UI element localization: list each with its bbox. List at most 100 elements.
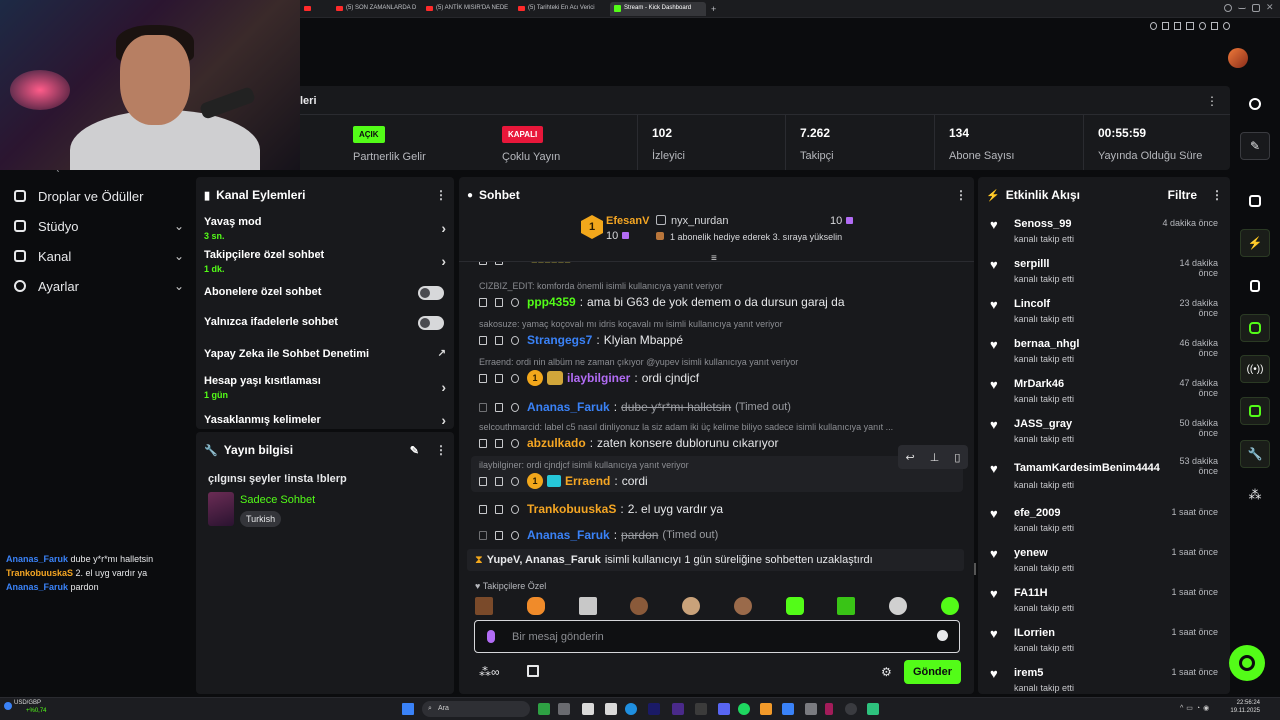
download-icon[interactable] bbox=[1210, 22, 1218, 30]
browser-tab[interactable] bbox=[300, 2, 328, 16]
more-icon[interactable]: ⋮ bbox=[955, 188, 967, 202]
emote[interactable] bbox=[630, 597, 649, 615]
ban-icon[interactable] bbox=[511, 373, 519, 383]
trash-icon[interactable] bbox=[479, 402, 487, 412]
chat-username[interactable]: Erraend bbox=[565, 474, 610, 488]
edit-icon[interactable]: ✎ bbox=[410, 444, 419, 457]
share-icon[interactable] bbox=[1186, 22, 1194, 30]
app-icon[interactable] bbox=[825, 703, 833, 715]
event-user[interactable]: MrDark46 bbox=[1014, 378, 1064, 390]
clock-time[interactable]: 22:56:24 bbox=[1236, 700, 1260, 706]
gear-icon[interactable]: ⚙ bbox=[881, 665, 892, 679]
app-icon[interactable] bbox=[805, 703, 817, 715]
sidebar-item-settings[interactable]: Ayarlar ⌄ bbox=[14, 276, 184, 296]
task-view-icon[interactable] bbox=[558, 703, 570, 715]
more-icon[interactable]: ⋮ bbox=[1211, 188, 1223, 202]
xbox-icon[interactable] bbox=[538, 703, 550, 715]
chat-username[interactable]: TrankobuuskaS bbox=[527, 502, 616, 516]
store-icon[interactable] bbox=[527, 665, 539, 677]
collapse-icon[interactable]: ≡ bbox=[711, 253, 717, 264]
timeout-icon[interactable] bbox=[495, 476, 503, 486]
spotify-icon[interactable] bbox=[738, 703, 750, 715]
trash-icon[interactable] bbox=[479, 297, 487, 307]
timeout-icon[interactable] bbox=[495, 297, 503, 307]
profile-icon[interactable] bbox=[1222, 22, 1230, 30]
scrollbar[interactable] bbox=[974, 563, 976, 575]
timeout-icon[interactable] bbox=[495, 373, 503, 383]
info-button[interactable] bbox=[1240, 90, 1270, 118]
bookmark-icon[interactable] bbox=[1162, 22, 1170, 30]
emote[interactable] bbox=[578, 597, 597, 615]
emotes-only-toggle[interactable] bbox=[418, 316, 444, 330]
taskbar-search[interactable]: ⌕ Ara bbox=[422, 701, 530, 717]
sidebar-item-drops[interactable]: Droplar ve Ödüller bbox=[14, 186, 184, 206]
event-user[interactable]: irem5 bbox=[1014, 667, 1043, 679]
timeout-icon[interactable] bbox=[495, 402, 503, 412]
emote[interactable] bbox=[475, 597, 493, 615]
app-icon[interactable] bbox=[782, 703, 794, 715]
more-icon[interactable]: ⋮ bbox=[1206, 94, 1218, 108]
premiere-icon[interactable] bbox=[672, 703, 684, 715]
emote[interactable] bbox=[889, 597, 908, 615]
emote[interactable] bbox=[940, 597, 959, 615]
close-icon[interactable]: ✕ bbox=[1266, 2, 1274, 12]
trash-icon[interactable] bbox=[479, 438, 487, 448]
ban-icon[interactable] bbox=[511, 504, 519, 514]
clock-date[interactable]: 19.11.2025 bbox=[1230, 708, 1260, 714]
extensions-button[interactable]: ⁂ bbox=[1240, 481, 1270, 509]
emote[interactable] bbox=[682, 597, 701, 615]
app-icon[interactable] bbox=[867, 703, 879, 715]
app-icon[interactable] bbox=[648, 703, 660, 715]
windows-start-icon[interactable] bbox=[402, 703, 414, 715]
browser-tab[interactable]: (5) ANTİK MISIR'DA NEDE bbox=[422, 2, 510, 16]
chat-button[interactable] bbox=[1240, 314, 1270, 342]
search-icon[interactable] bbox=[1224, 4, 1232, 12]
maximize-icon[interactable] bbox=[1252, 4, 1260, 12]
chat-username[interactable]: Ananas_Faruk bbox=[527, 528, 610, 542]
sidebar-item-channel[interactable]: Kanal ⌄ bbox=[14, 246, 184, 266]
followers-only-option[interactable]: Takipçilere özel sohbet 1 dk. › bbox=[204, 249, 450, 274]
sidebar-item-studio[interactable]: Stüdyo ⌄ bbox=[14, 216, 184, 236]
ban-icon[interactable] bbox=[511, 402, 519, 412]
timeout-icon[interactable] bbox=[495, 438, 503, 448]
ban-icon[interactable] bbox=[511, 476, 519, 486]
trash-icon[interactable] bbox=[479, 335, 487, 345]
event-user[interactable]: TamamKardesimBenim4444 bbox=[1014, 462, 1160, 474]
timeout-icon[interactable] bbox=[495, 335, 503, 345]
microphone-icon[interactable] bbox=[487, 630, 495, 643]
chat-username[interactable]: abzulkado bbox=[527, 436, 586, 450]
store-icon[interactable] bbox=[605, 703, 617, 715]
support-button[interactable] bbox=[1229, 645, 1265, 681]
new-tab-button[interactable]: + bbox=[708, 1, 720, 15]
timeout-icon[interactable] bbox=[495, 504, 503, 514]
event-user[interactable]: serpilll bbox=[1014, 258, 1049, 270]
emote[interactable] bbox=[785, 597, 804, 615]
ban-icon[interactable] bbox=[511, 438, 519, 448]
browser-tab[interactable]: (5) SON ZAMANLARDA D bbox=[332, 2, 418, 16]
emote[interactable] bbox=[837, 597, 856, 615]
chat-username[interactable]: ilaybilginer bbox=[567, 371, 630, 385]
chat-username[interactable]: Ananas_Faruk bbox=[527, 400, 610, 414]
emoji-icon[interactable] bbox=[937, 630, 948, 641]
obs-icon[interactable] bbox=[845, 703, 857, 715]
send-button[interactable]: Gönder bbox=[904, 660, 961, 684]
quick-actions-button[interactable]: ⚡ bbox=[1240, 229, 1270, 257]
chat-input[interactable]: Bir mesaj gönderin bbox=[474, 620, 960, 653]
event-user[interactable]: JASS_gray bbox=[1014, 418, 1072, 430]
app-icon[interactable] bbox=[695, 703, 707, 715]
tray-icons[interactable]: ^▭◔◉ bbox=[1180, 704, 1234, 714]
broadcast-button[interactable]: ((•)) bbox=[1240, 355, 1270, 383]
avatar[interactable] bbox=[1228, 48, 1248, 68]
zoom-icon[interactable] bbox=[1150, 22, 1158, 30]
chat-username[interactable]: Strangegs7 bbox=[527, 333, 592, 347]
trash-icon[interactable] bbox=[479, 476, 487, 486]
extensions-icon[interactable]: ⁂∞ bbox=[479, 665, 500, 679]
filter-button[interactable]: Filtre bbox=[1168, 188, 1197, 202]
edge-icon[interactable] bbox=[625, 703, 637, 715]
trash-icon[interactable] bbox=[479, 262, 487, 265]
event-user[interactable]: efe_2009 bbox=[1014, 507, 1061, 519]
leaderboard-second-user[interactable]: nyx_nurdan bbox=[671, 215, 729, 227]
tools-button[interactable]: 🔧 bbox=[1240, 440, 1270, 468]
file-explorer-icon[interactable] bbox=[582, 703, 594, 715]
event-user[interactable]: bernaa_nhgl bbox=[1014, 338, 1079, 350]
